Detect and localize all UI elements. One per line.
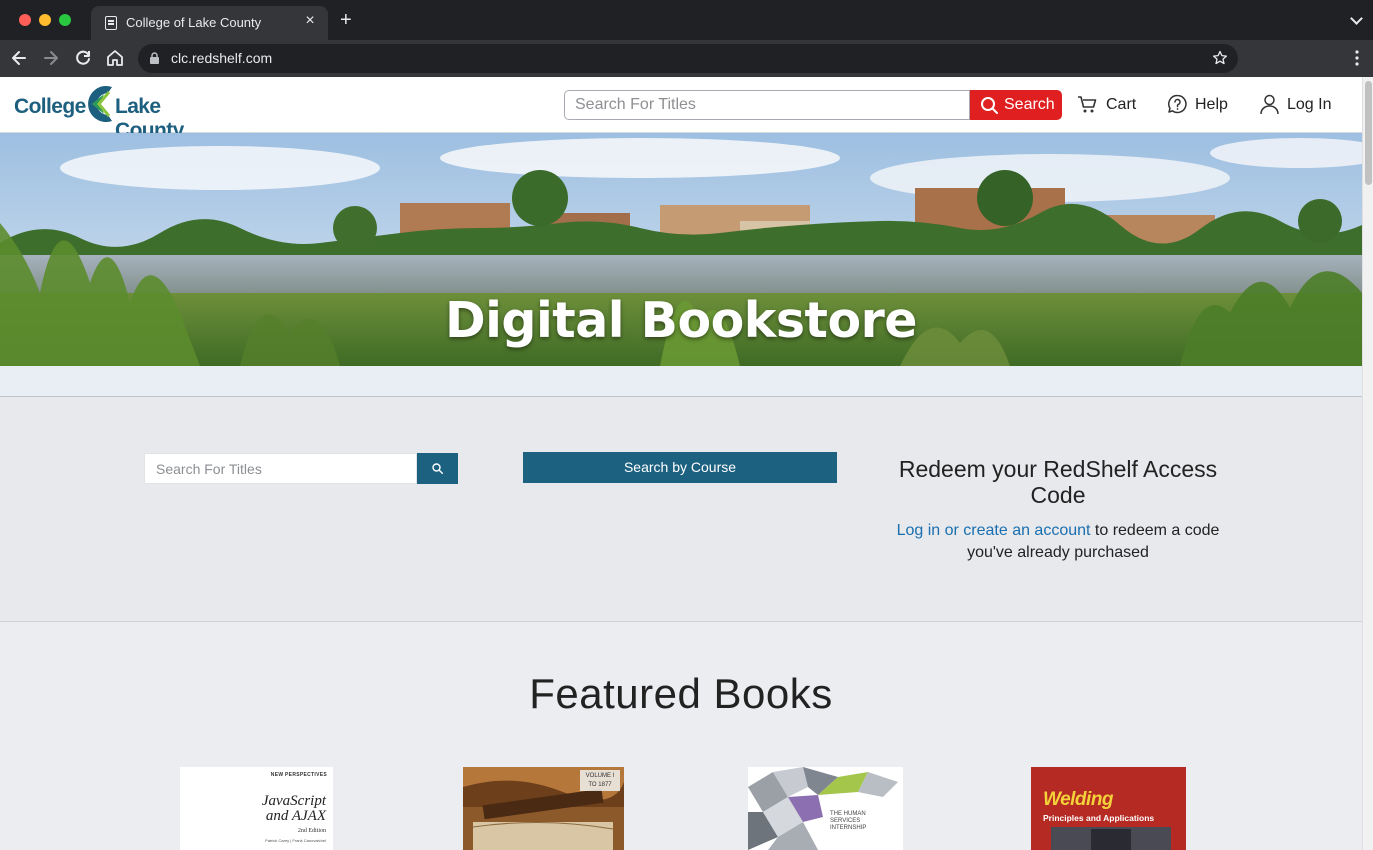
scrollbar-thumb[interactable] <box>1365 81 1372 185</box>
browser-menu-icon[interactable] <box>1355 50 1359 66</box>
hero-divider-strip <box>0 366 1362 397</box>
book-title-line: THE HUMAN SERVICES <box>830 811 866 824</box>
search-icon <box>432 463 443 474</box>
new-tab-icon[interactable]: + <box>340 10 352 30</box>
window-close-button[interactable] <box>19 14 31 26</box>
home-icon[interactable] <box>105 48 125 68</box>
browser-tab-bar: College of Lake County × + <box>0 0 1373 40</box>
redeem-heading: Redeem your RedShelf Access Code <box>898 456 1218 508</box>
search-by-course-button[interactable]: Search by Course <box>523 452 837 483</box>
book-cover-history-volume-1[interactable]: VOLUME I TO 1877 <box>463 767 624 850</box>
login-label: Log In <box>1287 96 1332 113</box>
search-panel: Search by Course Redeem your RedShelf Ac… <box>0 397 1362 622</box>
lock-icon <box>150 52 159 64</box>
tab-close-icon[interactable]: × <box>302 13 318 29</box>
help-question-icon <box>1168 94 1187 114</box>
login-create-account-link[interactable]: Log in or create an account <box>897 522 1091 539</box>
cart-link[interactable]: Cart <box>1077 94 1139 116</box>
bookmark-star-icon[interactable] <box>1212 50 1228 66</box>
window-maximize-button[interactable] <box>59 14 71 26</box>
forward-arrow-icon[interactable] <box>41 48 61 68</box>
title-search-input[interactable] <box>144 453 417 484</box>
header-search-input[interactable] <box>564 90 970 120</box>
book-cover-human-services-internship[interactable]: THE HUMAN SERVICES INTERNSHIP <box>748 767 903 850</box>
page-favicon-icon <box>105 16 117 30</box>
window-minimize-button[interactable] <box>39 14 51 26</box>
book-title: THE HUMAN SERVICES INTERNSHIP <box>830 811 890 832</box>
book-cover-art <box>748 767 903 850</box>
help-link[interactable]: Help <box>1167 94 1229 116</box>
search-icon <box>981 97 998 114</box>
cart-icon <box>1078 96 1097 113</box>
tab-search-chevron-icon[interactable] <box>1350 12 1363 25</box>
book-title-line: JavaScript <box>261 793 326 809</box>
site-header: College Lake County Search Cart Help <box>0 77 1362 142</box>
book-cover-welding[interactable]: Welding Principles and Applications <box>1031 767 1186 850</box>
redeem-description: Log in or create an account to redeem a … <box>880 520 1236 564</box>
user-icon <box>1260 94 1279 115</box>
book-title-line: and AJAX <box>265 808 326 824</box>
help-label: Help <box>1195 96 1228 113</box>
browser-toolbar: clc.redshelf.com <box>0 40 1373 77</box>
page-scrollbar[interactable] <box>1362 77 1373 850</box>
cart-label: Cart <box>1106 96 1137 113</box>
logo-text-left: College <box>14 95 86 118</box>
book-title-line: INTERNSHIP <box>830 825 867 831</box>
hero-title: Digital Bookstore <box>444 292 918 349</box>
header-search-button-label: Search <box>1004 96 1055 113</box>
tab-title: College of Lake County <box>126 15 262 30</box>
login-link[interactable]: Log In <box>1259 94 1334 116</box>
address-bar[interactable]: clc.redshelf.com <box>138 44 1238 73</box>
college-logo[interactable]: College Lake County <box>14 84 234 142</box>
back-arrow-icon[interactable] <box>9 48 29 68</box>
browser-tab[interactable]: College of Lake County × <box>91 6 328 40</box>
volume-line: VOLUME I <box>585 773 615 779</box>
book-title: Welding <box>1043 789 1114 810</box>
title-search-button[interactable] <box>417 453 458 484</box>
featured-books-section: Featured Books NEW PERSPECTIVES JavaScri… <box>0 622 1362 850</box>
url-text: clc.redshelf.com <box>171 50 273 66</box>
logo-mark-icon <box>88 86 112 122</box>
book-subtitle: Principles and Applications <box>1043 813 1155 823</box>
book-title: JavaScript and AJAX <box>180 794 326 824</box>
volume-line: TO 1877 <box>588 782 612 788</box>
reload-icon[interactable] <box>73 48 93 68</box>
book-edition: 2nd Edition <box>297 828 326 834</box>
book-cover-javascript-ajax[interactable]: NEW PERSPECTIVES JavaScript and AJAX 2nd … <box>180 767 333 850</box>
book-series-label: NEW PERSPECTIVES <box>270 772 327 778</box>
header-search-button[interactable]: Search <box>970 90 1062 120</box>
book-volume-label: VOLUME I TO 1877 <box>580 770 620 791</box>
featured-books-heading: Featured Books <box>529 670 833 717</box>
book-authors: Patrick Carey | Frank Canovatchel <box>265 838 326 843</box>
